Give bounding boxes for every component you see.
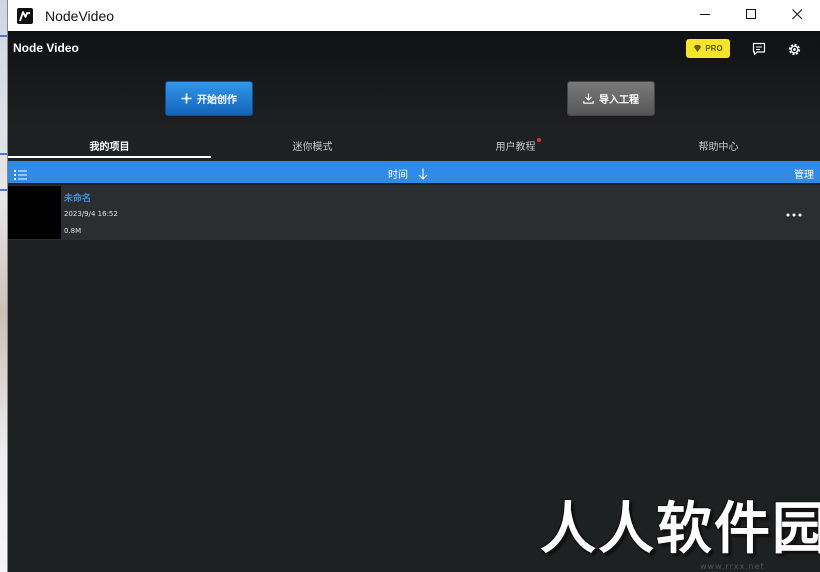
desktop-underline	[0, 153, 8, 155]
pro-badge[interactable]: PRO	[686, 39, 730, 58]
project-thumbnail[interactable]	[8, 186, 61, 239]
project-item[interactable]: 未命名 2023/9/4 16:52 0.8M	[8, 185, 820, 240]
start-create-button[interactable]: 开始创作	[166, 82, 252, 115]
tab-user-tutorial[interactable]: 用户教程	[414, 131, 617, 160]
tab-label: 迷你模式	[292, 142, 333, 153]
message-icon	[752, 42, 766, 56]
notification-dot	[536, 138, 541, 142]
gear-icon	[788, 43, 800, 55]
tab-help-center[interactable]: 帮助中心	[617, 131, 820, 160]
more-options-icon[interactable]	[786, 205, 802, 221]
tab-mini-mode[interactable]: 迷你模式	[211, 131, 414, 160]
tab-my-projects[interactable]: 我的项目	[8, 131, 211, 160]
desktop-underline	[0, 35, 8, 37]
window-title: NodeVideo	[45, 7, 115, 24]
project-date: 2023/9/4 16:52	[64, 210, 118, 218]
arrow-down-icon[interactable]	[418, 165, 428, 184]
desktop-background	[0, 0, 8, 572]
import-project-button[interactable]: 导入工程	[568, 82, 654, 115]
close-icon	[791, 8, 803, 24]
gem-icon	[694, 44, 702, 53]
tab-label: 用户教程	[495, 142, 536, 153]
brand-name: Node Video	[13, 41, 79, 55]
title-bar[interactable]: NodeVideo	[8, 0, 820, 31]
manage-button[interactable]: 管理	[794, 166, 814, 181]
app-logo-icon	[17, 7, 33, 24]
minimize-button[interactable]	[682, 0, 728, 31]
sort-by-time-button[interactable]: 时间	[388, 166, 408, 181]
app-header: Node Video PRO 开始创作 导入工程	[8, 31, 820, 131]
project-name[interactable]: 未命名	[64, 191, 91, 204]
maximize-button[interactable]	[728, 0, 774, 31]
watermark-url: www.rrxx.net	[700, 562, 765, 571]
desktop-underline	[0, 189, 8, 191]
tab-bar: 我的项目 迷你模式 用户教程 帮助中心	[8, 131, 820, 160]
tab-label: 帮助中心	[698, 142, 739, 153]
sort-bar: 时间 管理	[8, 161, 820, 183]
app-window: NodeVideo Node Video PRO 开始创作 导入工程 我的项目 …	[8, 0, 820, 572]
pro-badge-label: PRO	[705, 44, 723, 53]
list-icon	[14, 170, 27, 180]
download-icon	[583, 93, 594, 104]
close-button[interactable]	[774, 0, 820, 31]
start-create-label: 开始创作	[197, 95, 237, 106]
watermark: 人人软件园	[540, 497, 820, 562]
feedback-button[interactable]	[749, 39, 769, 59]
maximize-icon	[745, 8, 757, 24]
tab-label: 我的项目	[89, 142, 130, 153]
list-view-button[interactable]	[14, 166, 27, 185]
settings-button[interactable]	[784, 39, 804, 59]
project-size: 0.8M	[64, 227, 82, 235]
plus-icon	[181, 93, 192, 104]
minimize-icon	[699, 8, 711, 24]
import-project-label: 导入工程	[599, 95, 639, 106]
